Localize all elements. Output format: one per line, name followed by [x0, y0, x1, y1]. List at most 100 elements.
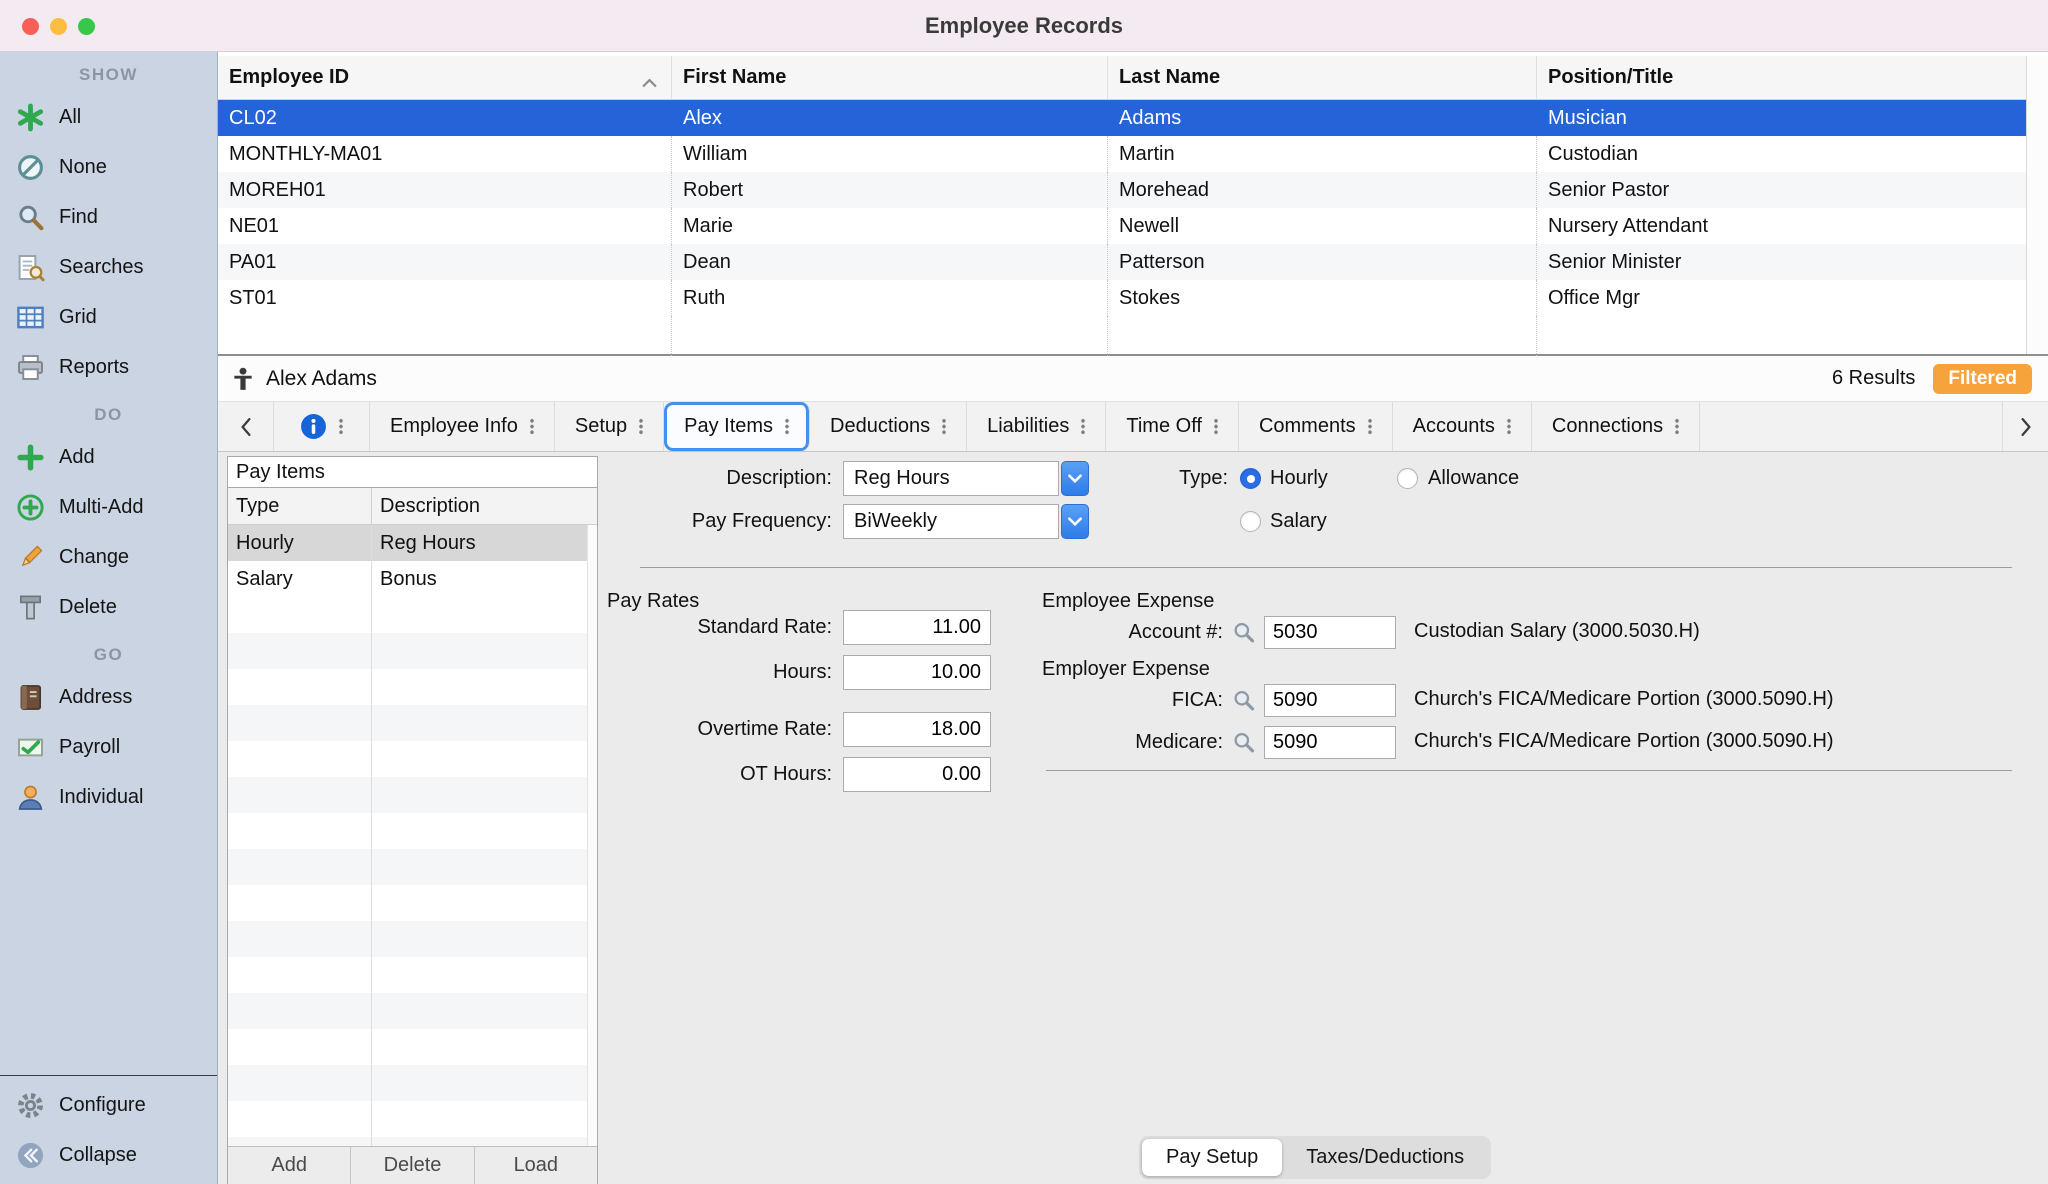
tab-employee-info[interactable]: Employee Info [370, 402, 555, 451]
cell-last-name: Patterson [1108, 244, 1537, 280]
load-pay-item-button[interactable]: Load [475, 1147, 597, 1184]
pay-setup-tab[interactable]: Pay Setup [1142, 1139, 1282, 1176]
sidebar-item-find[interactable]: Find [0, 192, 217, 242]
fica-lookup-icon[interactable] [1230, 687, 1257, 714]
pay-item-empty-row [228, 741, 597, 777]
results-count: 6 Results [1832, 367, 1915, 390]
sidebar-item-multi-add[interactable]: Multi-Add [0, 482, 217, 532]
description-combo[interactable]: Reg Hours [843, 461, 1059, 496]
hours-label: Hours: [598, 655, 832, 690]
sidebar-item-configure[interactable]: Configure [0, 1080, 217, 1130]
overtime-rate-field[interactable] [843, 712, 991, 747]
pay-item-empty-row [228, 597, 597, 633]
tab-menu-dots-icon[interactable] [942, 418, 946, 435]
type-salary-radio[interactable] [1240, 511, 1261, 532]
traffic-lights [22, 18, 95, 35]
tab-pay-items[interactable]: Pay Items [664, 402, 810, 451]
tab-connections[interactable]: Connections [1532, 402, 1700, 451]
tab-setup[interactable]: Setup [555, 402, 664, 451]
column-header-position-title[interactable]: Position/Title [1537, 56, 2026, 99]
sidebar-item-delete[interactable]: Delete [0, 582, 217, 632]
tab-menu-dots-icon[interactable] [1507, 418, 1511, 435]
record-table: Employee ID First Name Last Name Positio… [218, 56, 2048, 356]
cell-position: Custodian [1537, 136, 2026, 172]
fica-description: Church's FICA/Medicare Portion (3000.509… [1414, 682, 1834, 717]
hours-field[interactable] [843, 655, 991, 690]
tab-menu-dots-icon[interactable] [639, 418, 643, 435]
pay-item-empty-row [228, 849, 597, 885]
table-row[interactable]: MONTHLY-MA01 William Martin Custodian [218, 136, 2026, 172]
tab-menu-dots-icon[interactable] [1368, 418, 1372, 435]
delete-pay-item-button[interactable]: Delete [351, 1147, 474, 1184]
sidebar-item-change[interactable]: Change [0, 532, 217, 582]
column-header-first-name[interactable]: First Name [672, 56, 1108, 99]
tabs-scroll-right-button[interactable] [2002, 402, 2048, 451]
sidebar-item-collapse[interactable]: Collapse [0, 1130, 217, 1180]
sidebar-item-all[interactable]: All [0, 92, 217, 142]
ot-hours-field[interactable] [843, 757, 991, 792]
pay-items-panel: Pay Items Type Description Hourly Reg Ho… [227, 456, 598, 1184]
tab-menu-dots-icon[interactable] [1214, 418, 1218, 435]
pay-items-scrollbar[interactable] [587, 525, 597, 1146]
tab-menu-dots-icon[interactable] [339, 418, 343, 435]
zoom-button[interactable] [78, 18, 95, 35]
table-row[interactable]: PA01 Dean Patterson Senior Minister [218, 244, 2026, 280]
account-number-field[interactable] [1264, 616, 1396, 649]
tab-info[interactable] [274, 402, 370, 451]
fica-account-field[interactable] [1264, 684, 1396, 717]
close-button[interactable] [22, 18, 39, 35]
pay-frequency-combo[interactable]: BiWeekly [843, 504, 1059, 539]
sidebar-item-grid[interactable]: Grid [0, 292, 217, 342]
medicare-account-field[interactable] [1264, 726, 1396, 759]
cell-position: Office Mgr [1537, 280, 2026, 316]
column-header-employee-id[interactable]: Employee ID [218, 56, 672, 99]
tab-deductions[interactable]: Deductions [810, 402, 967, 451]
standard-rate-field[interactable] [843, 610, 991, 645]
medicare-lookup-icon[interactable] [1230, 729, 1257, 756]
tab-time-off[interactable]: Time Off [1106, 402, 1239, 451]
cell-description: Bonus [372, 561, 597, 597]
main-area: Employee ID First Name Last Name Positio… [218, 52, 2048, 1184]
sidebar-item-none[interactable]: None [0, 142, 217, 192]
account-lookup-icon[interactable] [1230, 619, 1257, 646]
record-table-scrollbar[interactable] [2026, 56, 2048, 354]
person-icon [16, 783, 45, 812]
tab-comments[interactable]: Comments [1239, 402, 1393, 451]
table-row[interactable]: MOREH01 Robert Morehead Senior Pastor [218, 172, 2026, 208]
pay-item-empty-row [228, 633, 597, 669]
tab-liabilities[interactable]: Liabilities [967, 402, 1106, 451]
table-row[interactable]: NE01 Marie Newell Nursery Attendant [218, 208, 2026, 244]
tab-menu-dots-icon[interactable] [1081, 418, 1085, 435]
current-record-name: Alex Adams [266, 367, 377, 391]
sidebar-item-add[interactable]: Add [0, 432, 217, 482]
tab-accounts[interactable]: Accounts [1393, 402, 1532, 451]
table-row[interactable]: ST01 Ruth Stokes Office Mgr [218, 280, 2026, 316]
type-hourly-radio[interactable] [1240, 468, 1261, 489]
add-pay-item-button[interactable]: Add [228, 1147, 351, 1184]
cell-last-name: Martin [1108, 136, 1537, 172]
payroll-icon [16, 733, 45, 762]
description-dropdown-button[interactable] [1061, 461, 1089, 496]
bottom-tab-switcher: Pay Setup Taxes/Deductions [1139, 1136, 1491, 1179]
sidebar-item-reports[interactable]: Reports [0, 342, 217, 392]
pay-frequency-dropdown-button[interactable] [1061, 504, 1089, 539]
pay-item-row[interactable]: Hourly Reg Hours [228, 525, 597, 561]
asterisk-icon [16, 103, 45, 132]
sidebar-item-payroll[interactable]: Payroll [0, 722, 217, 772]
filtered-badge[interactable]: Filtered [1933, 364, 2032, 394]
sidebar-item-address[interactable]: Address [0, 672, 217, 722]
employee-records-window: Employee Records SHOW All None Find Sear… [0, 0, 2048, 1184]
type-allowance-radio[interactable] [1397, 468, 1418, 489]
tab-menu-dots-icon[interactable] [530, 418, 534, 435]
column-header-last-name[interactable]: Last Name [1108, 56, 1537, 99]
tabs-scroll-left-button[interactable] [218, 402, 274, 451]
pay-item-row[interactable]: Salary Bonus [228, 561, 597, 597]
tab-menu-dots-icon[interactable] [785, 418, 789, 435]
taxes-deductions-tab[interactable]: Taxes/Deductions [1282, 1139, 1488, 1176]
tab-menu-dots-icon[interactable] [1675, 418, 1679, 435]
sidebar-item-searches[interactable]: Searches [0, 242, 217, 292]
minimize-button[interactable] [50, 18, 67, 35]
table-row[interactable]: CL02 Alex Adams Musician [218, 100, 2026, 136]
pay-item-empty-row [228, 957, 597, 993]
sidebar-item-individual[interactable]: Individual [0, 772, 217, 822]
